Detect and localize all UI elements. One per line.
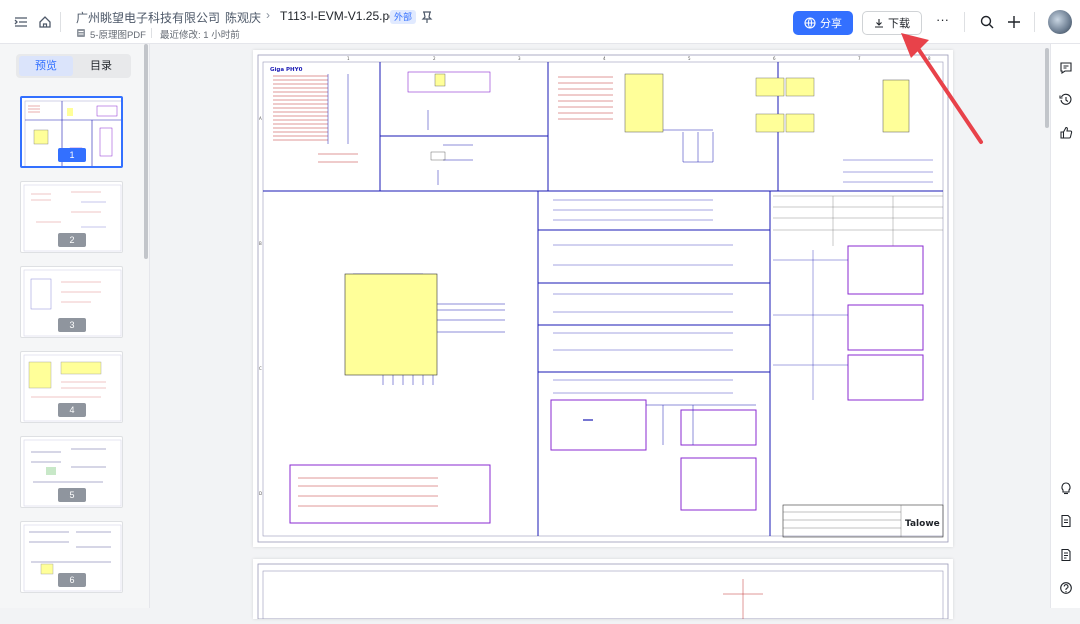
add-icon[interactable] — [1007, 15, 1021, 29]
schematic-drawing — [257, 563, 949, 620]
download-icon — [875, 19, 883, 28]
page-number: 3 — [58, 318, 86, 332]
pin-icon[interactable] — [421, 10, 433, 24]
document-info-icon[interactable] — [1059, 548, 1073, 562]
brand-logo: Talowe — [905, 519, 940, 529]
thumbnail-panel: 预览 目录 1 2 3 4 5 6 — [0, 44, 150, 608]
lightbulb-icon[interactable] — [1059, 481, 1073, 495]
download-label: 下载 — [888, 18, 910, 30]
page-number: 2 — [58, 233, 86, 247]
row-letter: B — [259, 241, 262, 246]
schematic-page: 1 2 3 4 5 6 7 8 A B C D Giga PHY0 Talowe — [253, 50, 953, 547]
avatar[interactable] — [1048, 10, 1072, 34]
globe-icon — [804, 17, 816, 29]
annotation-arrow — [901, 33, 983, 144]
right-toolbar — [1050, 44, 1080, 608]
page-number: 6 — [58, 573, 86, 587]
external-badge: 外部 — [390, 10, 417, 24]
next-schematic-page — [253, 559, 953, 620]
help-icon[interactable] — [1059, 581, 1073, 595]
history-icon[interactable] — [1059, 93, 1073, 107]
panel-tabs: 预览 目录 — [16, 54, 131, 78]
divider — [964, 12, 965, 32]
thumbnail-scrollbar[interactable] — [144, 44, 148, 259]
like-icon[interactable] — [1059, 126, 1073, 140]
breadcrumb-company[interactable]: 广州眺望电子科技有限公司 — [76, 9, 220, 26]
breadcrumb-separator: › — [266, 8, 270, 22]
breadcrumb-user[interactable]: 陈观庆 — [225, 9, 261, 26]
divider — [1034, 12, 1035, 32]
schematic-drawing: 1 2 3 4 5 6 7 8 A B C D Giga PHY0 Talowe — [257, 54, 949, 543]
document-scrollbar[interactable] — [1045, 48, 1049, 128]
divider — [151, 28, 152, 38]
tab-preview[interactable]: 预览 — [19, 56, 73, 76]
edit-document-icon[interactable] — [1059, 514, 1073, 528]
row-letter: C — [259, 366, 262, 371]
share-button[interactable]: 分享 — [793, 11, 853, 35]
file-title[interactable]: T113-I-EVM-V1.25.pdf — [280, 9, 399, 23]
collapse-sidebar-icon[interactable] — [14, 15, 28, 29]
divider — [60, 12, 61, 32]
folder-label[interactable]: 5-原理图PDF — [90, 27, 146, 41]
page-number: 1 — [58, 148, 86, 162]
home-icon[interactable] — [38, 15, 52, 29]
page-number: 5 — [58, 488, 86, 502]
tab-toc[interactable]: 目录 — [74, 56, 128, 76]
page-number: 4 — [58, 403, 86, 417]
pdf-file-icon — [77, 29, 85, 37]
modified-time: 最近修改: 1 小时前 — [160, 30, 240, 41]
breadcrumb-separator: › — [212, 8, 216, 22]
more-button[interactable]: ··· — [936, 12, 949, 27]
search-icon[interactable] — [980, 15, 994, 29]
row-letter: D — [259, 491, 262, 496]
block-title: Giga PHY0 — [270, 67, 303, 73]
comment-icon[interactable] — [1059, 61, 1073, 75]
row-letter: A — [259, 116, 262, 121]
share-label: 分享 — [820, 18, 842, 30]
